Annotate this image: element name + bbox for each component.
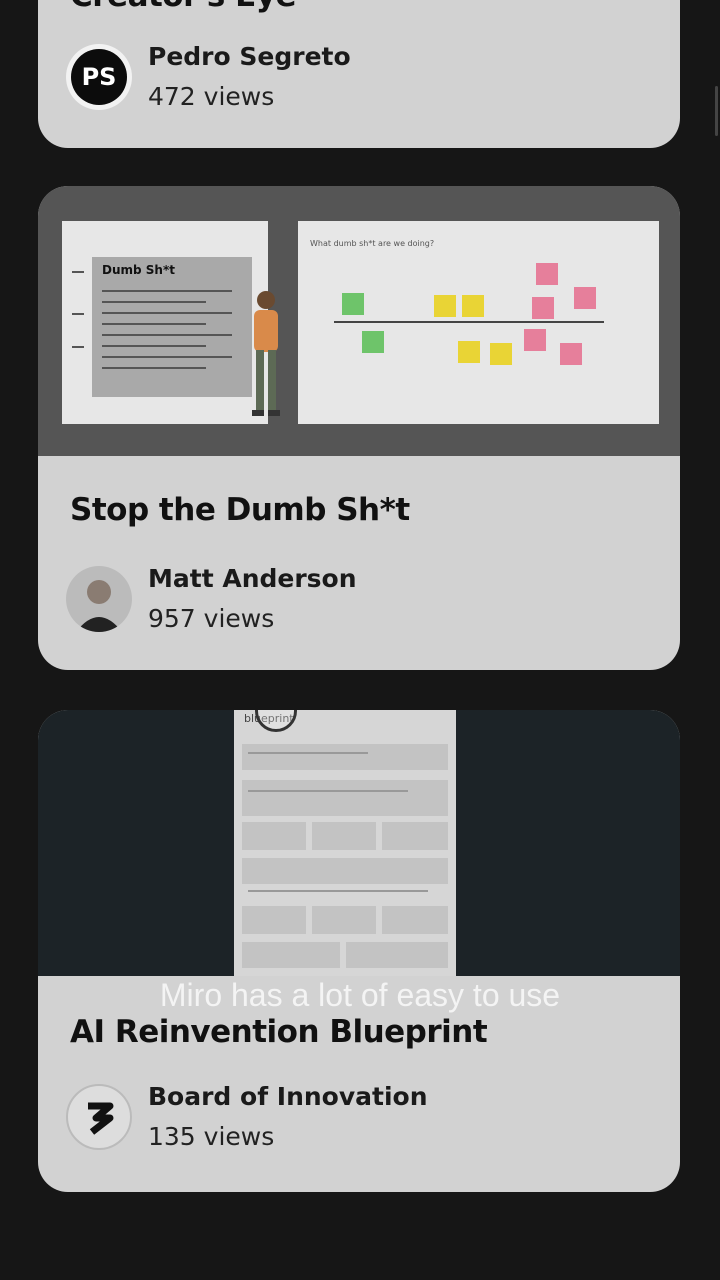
author-name: Pedro Segreto <box>148 42 351 71</box>
card-title: Creator's Eye <box>70 0 297 14</box>
board-thumbnail: Dumb Sh*t What dumb sh*t are we doing? <box>38 186 680 456</box>
author-avatar <box>66 1084 132 1150</box>
author-name: Matt Anderson <box>148 564 357 593</box>
slide-textbox: Dumb Sh*t <box>92 257 252 397</box>
author-avatar: PS <box>66 44 132 110</box>
slide-preview: Dumb Sh*t <box>62 221 268 424</box>
board-card[interactable]: Dumb Sh*t What dumb sh*t are we doing? S… <box>38 186 680 670</box>
person-illustration <box>252 291 280 416</box>
page-scrollbar[interactable] <box>715 86 718 136</box>
author-name: Board of Innovation <box>148 1082 428 1111</box>
video-caption: Miro has a lot of easy to use <box>159 977 561 1013</box>
author-avatar <box>66 566 132 632</box>
slide-preview: What dumb sh*t are we doing? <box>298 221 659 424</box>
author-row: Board of Innovation 135 views <box>66 1082 646 1152</box>
card-title: Stop the Dumb Sh*t <box>70 492 410 528</box>
board-thumbnail: blueprint <box>38 710 680 976</box>
avatar-initials: PS <box>71 49 127 105</box>
view-count: 957 views <box>148 604 275 633</box>
board-card[interactable]: Creator's Eye PS Pedro Segreto 472 views <box>38 0 680 148</box>
board-card[interactable]: blueprint AI Reinvention Blueprint Board… <box>38 710 680 1192</box>
document-preview: blueprint <box>234 710 456 976</box>
timeline-line <box>334 321 604 323</box>
slide-title: What dumb sh*t are we doing? <box>310 239 435 248</box>
view-count: 472 views <box>148 82 275 111</box>
view-count: 135 views <box>148 1122 275 1151</box>
author-row: Matt Anderson 957 views <box>66 564 646 634</box>
author-row: PS Pedro Segreto 472 views <box>66 42 646 112</box>
card-title: AI Reinvention Blueprint <box>70 1014 488 1050</box>
slide-title: Dumb Sh*t <box>102 263 175 277</box>
